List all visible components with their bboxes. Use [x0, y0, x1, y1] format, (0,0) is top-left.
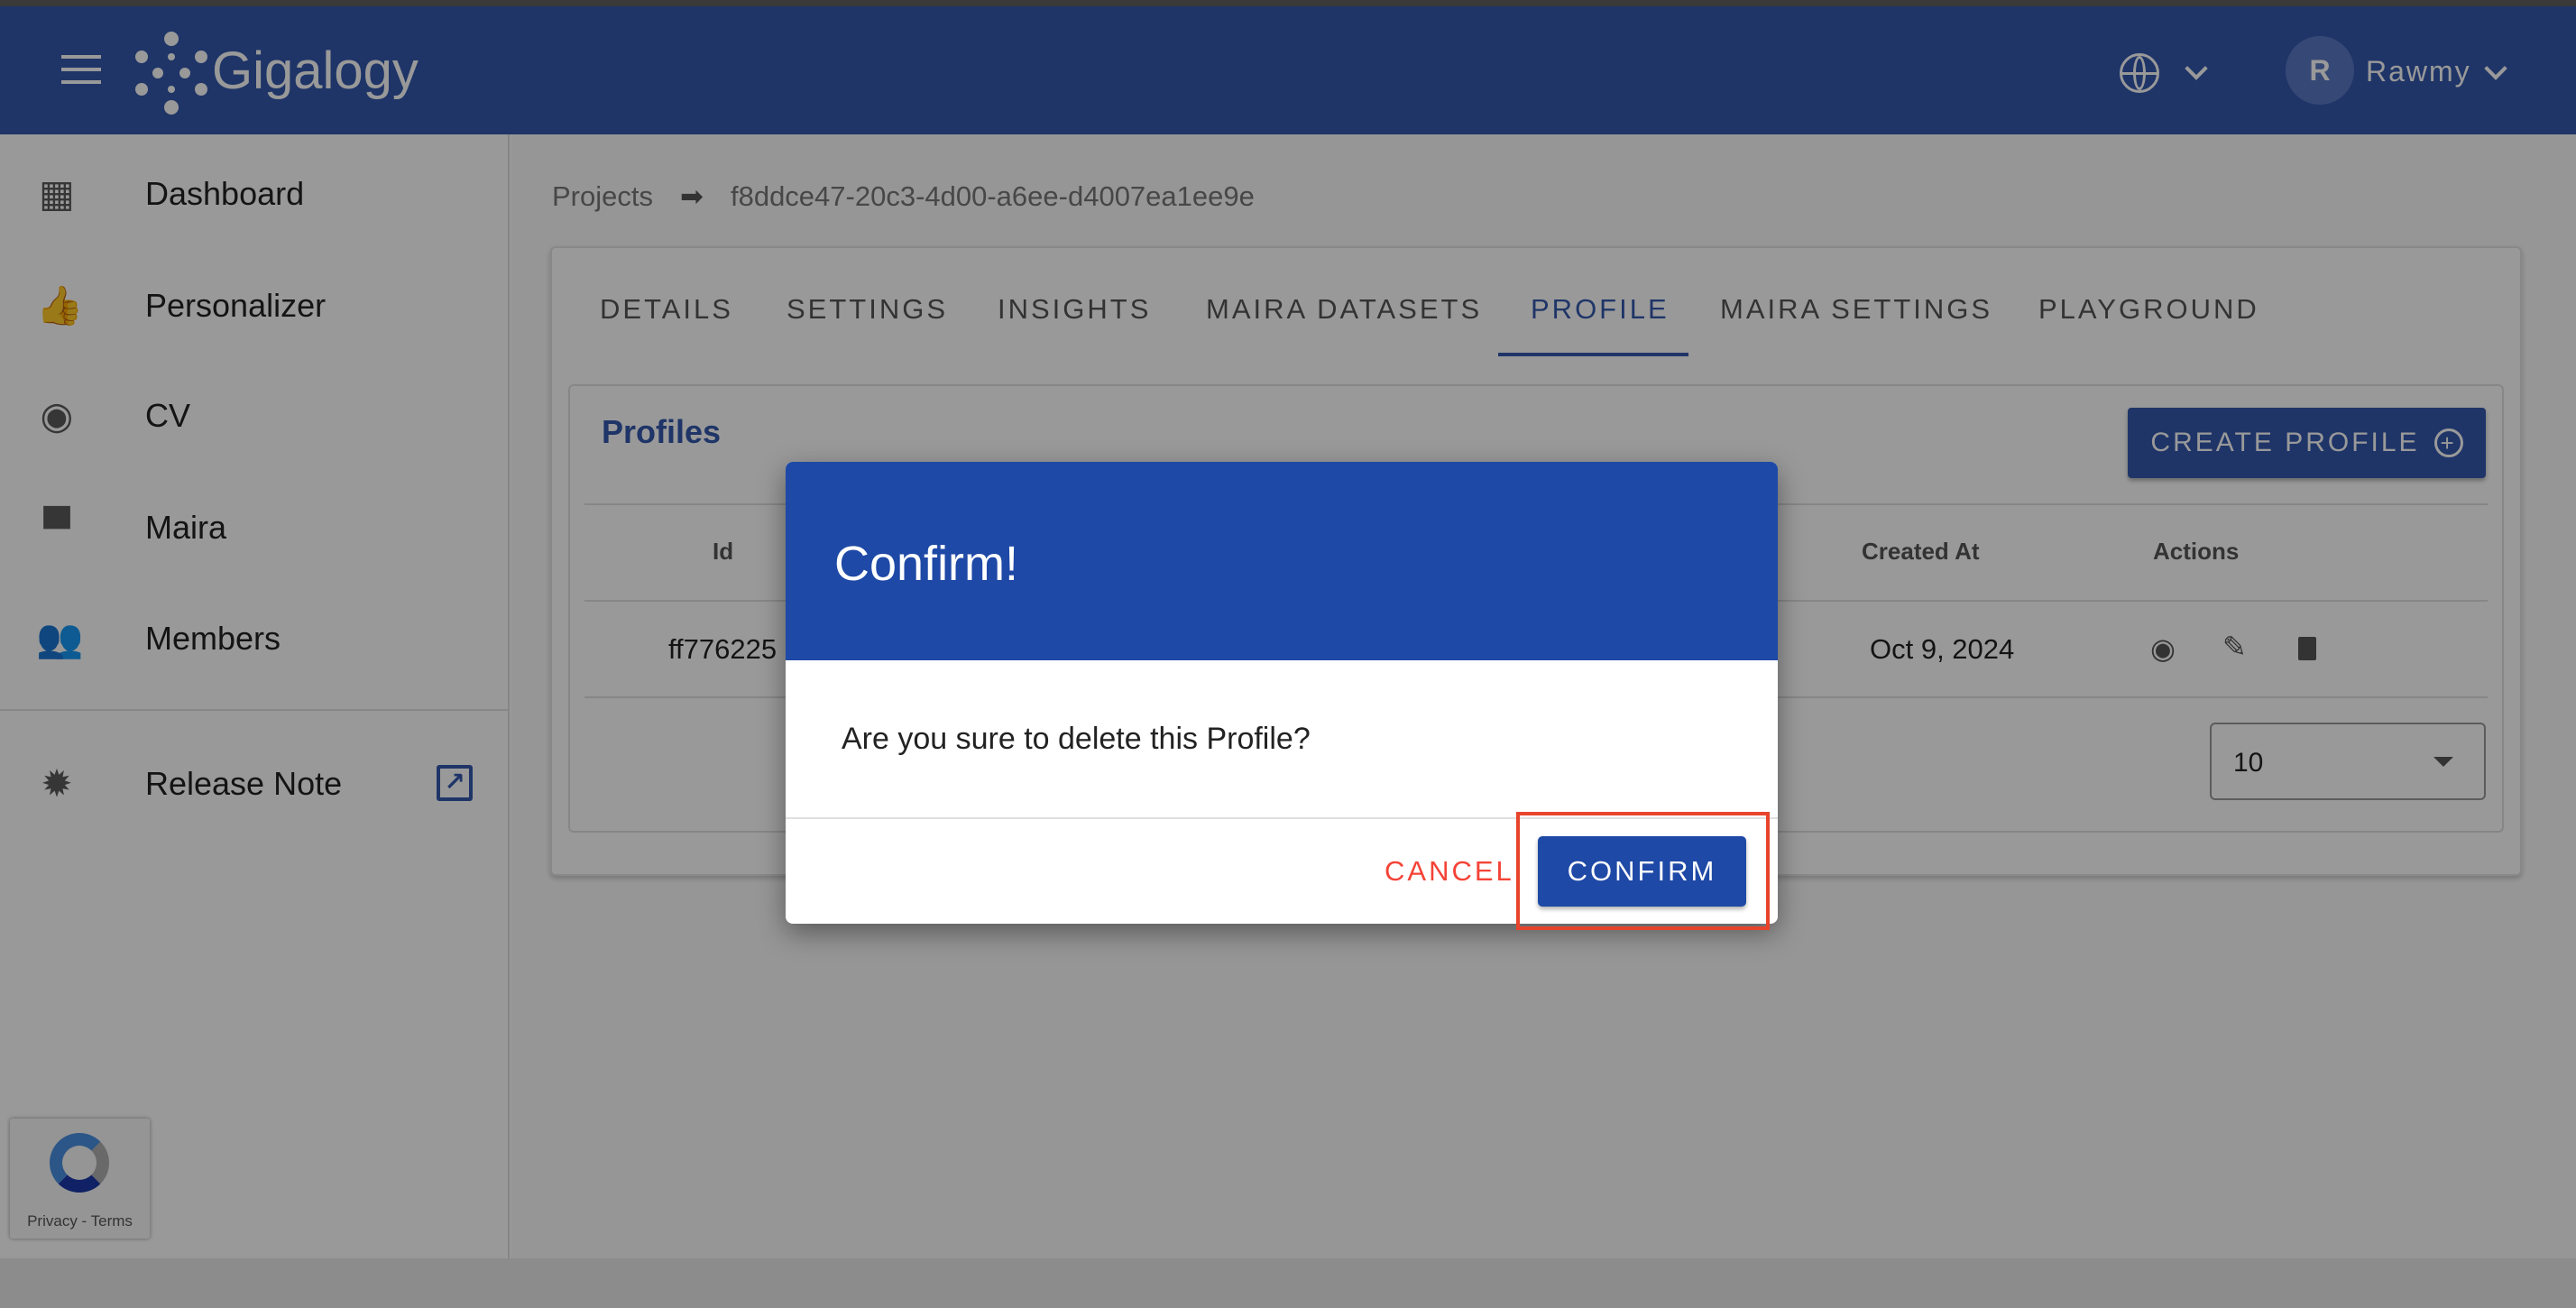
cancel-button[interactable]: CANCEL: [1385, 855, 1514, 888]
dialog-title: Confirm!: [834, 537, 1019, 591]
dialog-message: Are you sure to delete this Profile?: [842, 722, 1311, 756]
highlight-box: [1516, 812, 1770, 930]
window-top-strip: [0, 0, 2576, 6]
dialog-header: Confirm!: [786, 462, 1778, 660]
